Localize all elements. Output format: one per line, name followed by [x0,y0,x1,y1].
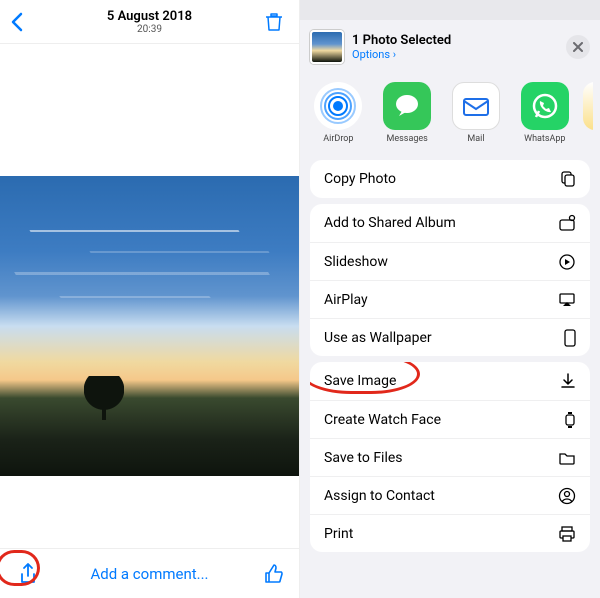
download-icon [560,372,576,390]
app-label: Messages [387,134,428,144]
action-save-to-files[interactable]: Save to Files [310,438,590,476]
person-circle-icon [558,487,576,505]
share-button[interactable] [14,562,42,586]
photo-time: 20:39 [34,24,265,35]
copy-icon [558,170,576,188]
add-comment-field[interactable]: Add a comment... [52,565,247,583]
whatsapp-icon [521,82,569,130]
share-apps-row: AirDrop Messages Mail WhatsApp [300,76,600,154]
action-label: Create Watch Face [324,412,441,428]
tree-in-photo [84,376,124,410]
printer-icon [558,525,576,543]
airdrop-icon [314,82,362,130]
folder-icon [558,450,576,466]
action-slideshow[interactable]: Slideshow [310,242,590,280]
action-label: Save Image [324,373,396,389]
back-button[interactable] [10,12,34,32]
close-button[interactable] [566,35,590,59]
photo-image [0,176,299,476]
action-group-3: Save Image Create Watch Face Save to Fil… [310,362,590,552]
share-sheet: 1 Photo Selected Options › AirDrop Messa… [300,0,600,598]
share-target-messages[interactable]: Messages [376,82,438,144]
phone-icon [564,329,576,347]
messages-icon [383,82,431,130]
app-label: AirDrop [323,134,353,144]
app-label: Mail [467,134,484,144]
nav-title: 5 August 2018 20:39 [34,9,265,35]
action-create-watch-face[interactable]: Create Watch Face [310,400,590,438]
action-label: Copy Photo [324,171,396,187]
action-print[interactable]: Print [310,514,590,552]
selection-count-label: 1 Photo Selected [352,33,558,48]
photo-viewer[interactable] [0,44,299,548]
action-label: Add to Shared Album [324,215,456,231]
action-airplay[interactable]: AirPlay [310,280,590,318]
watch-icon [564,411,576,429]
airplay-icon [558,291,576,309]
mail-icon [452,82,500,130]
action-label: Use as Wallpaper [324,330,432,346]
shared-album-icon [558,214,576,232]
like-button[interactable] [257,563,285,585]
play-circle-icon [558,253,576,271]
share-target-more-peek[interactable] [583,82,593,130]
photo-thumbnail [310,30,344,64]
share-target-whatsapp[interactable]: WhatsApp [514,82,576,144]
delete-button[interactable] [265,12,289,32]
photo-detail-screen: 5 August 2018 20:39 Add a comment... [0,0,300,598]
action-copy-photo[interactable]: Copy Photo [310,160,590,198]
action-label: Assign to Contact [324,488,435,504]
action-save-image[interactable]: Save Image [310,362,590,400]
action-assign-to-contact[interactable]: Assign to Contact [310,476,590,514]
share-sheet-header: 1 Photo Selected Options › [308,26,592,68]
share-target-mail[interactable]: Mail [445,82,507,144]
action-label: Save to Files [324,450,403,466]
options-button[interactable]: Options › [352,48,558,61]
app-label: WhatsApp [524,134,565,144]
action-label: Slideshow [324,254,388,270]
action-label: Print [324,526,353,542]
action-group-1: Copy Photo [310,160,590,198]
photo-date: 5 August 2018 [34,9,265,24]
share-target-airdrop[interactable]: AirDrop [307,82,369,144]
dimmed-background-hint [300,0,600,20]
nav-bar: 5 August 2018 20:39 [0,0,299,44]
action-add-to-shared-album[interactable]: Add to Shared Album [310,204,590,242]
action-label: AirPlay [324,292,368,308]
bottom-toolbar: Add a comment... [0,548,299,598]
action-use-as-wallpaper[interactable]: Use as Wallpaper [310,318,590,356]
action-group-2: Add to Shared Album Slideshow AirPlay Us… [310,204,590,356]
